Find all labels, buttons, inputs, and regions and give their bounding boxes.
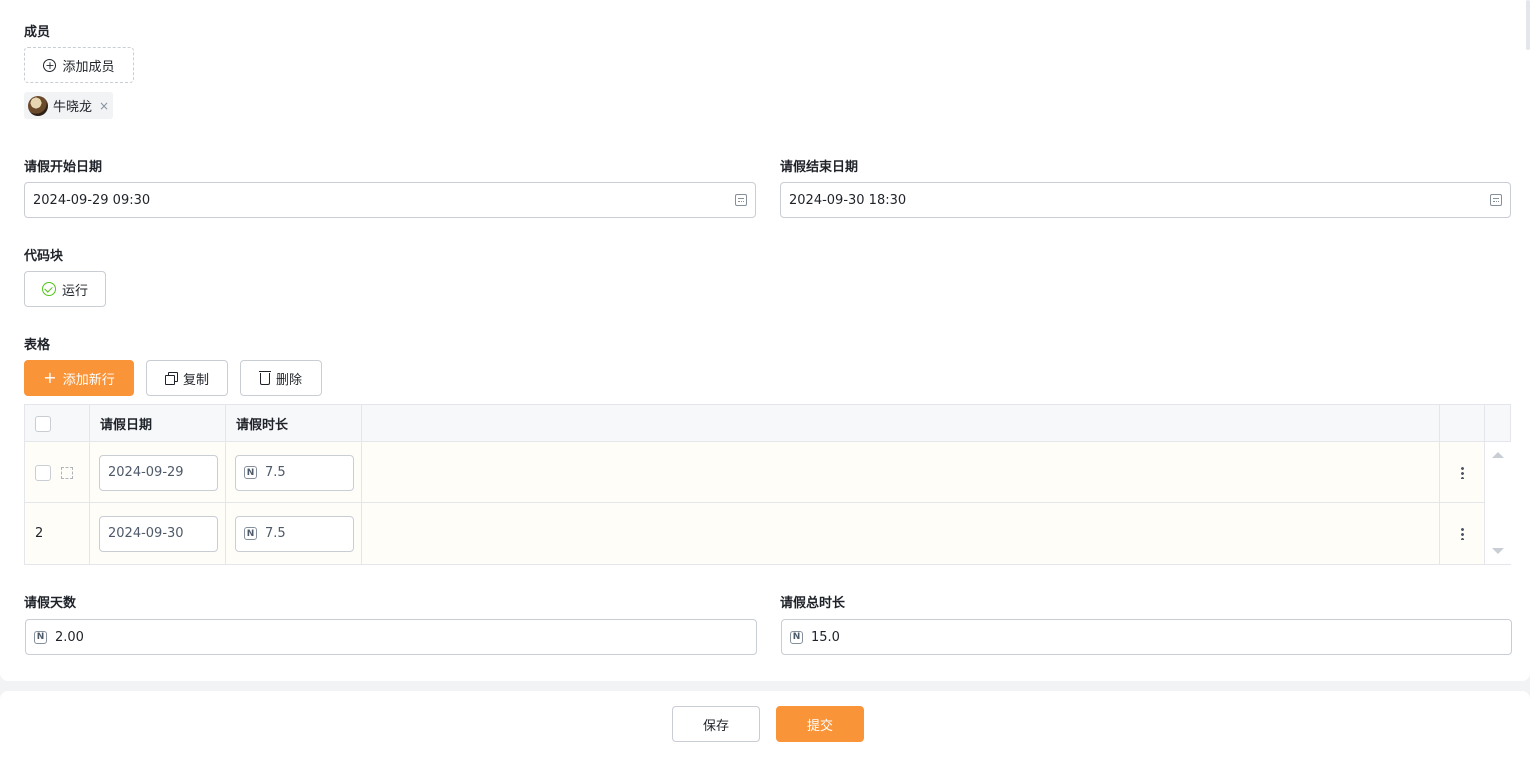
run-label: 运行 xyxy=(61,283,88,299)
plus-icon: + xyxy=(43,368,57,387)
column-header: 请假时长 xyxy=(226,405,362,442)
duration-cell: N 7.5 xyxy=(226,503,362,564)
add-member-label: 添加成员 xyxy=(62,59,115,75)
column-header: 请假日期 xyxy=(90,405,226,442)
empty-cell xyxy=(362,442,1440,503)
members-label: 成员 xyxy=(24,25,51,40)
add-row-button[interactable]: + 添加新行 xyxy=(24,360,134,396)
leave-start-input[interactable]: 2024-09-29 09:30 xyxy=(24,182,756,218)
row-actions-cell xyxy=(1440,503,1485,564)
leave-end-value: 2024-09-30 18:30 xyxy=(789,192,907,208)
empty-header xyxy=(362,405,1440,442)
more-icon[interactable] xyxy=(1460,466,1464,479)
table-header: 请假日期 请假时长 xyxy=(25,405,1510,442)
subform-table: 请假日期 请假时长 2024-09-29 N 7.5 2 2024-09-30 … xyxy=(24,404,1511,565)
number-icon: N xyxy=(244,527,257,540)
duration-value: 7.5 xyxy=(265,526,286,541)
submit-label: 提交 xyxy=(806,718,833,734)
leave-start-value: 2024-09-29 09:30 xyxy=(33,192,151,208)
leave-start-label: 请假开始日期 xyxy=(24,160,103,175)
add-row-label: 添加新行 xyxy=(62,372,115,388)
check-circle-icon xyxy=(41,282,56,296)
footer-bar: 保存 提交 xyxy=(0,691,1530,757)
number-icon: N xyxy=(244,466,257,479)
more-icon[interactable] xyxy=(1460,527,1464,540)
date-value: 2024-09-29 xyxy=(108,465,184,480)
submit-button[interactable]: 提交 xyxy=(776,706,864,742)
delete-button[interactable]: 删除 xyxy=(240,360,322,396)
calendar-icon[interactable] xyxy=(1490,194,1502,206)
select-all-checkbox[interactable] xyxy=(35,415,51,432)
leave-days-label: 请假天数 xyxy=(24,596,77,611)
table-label: 表格 xyxy=(24,338,51,353)
leave-end-input[interactable]: 2024-09-30 18:30 xyxy=(780,182,1511,218)
add-member-button[interactable]: + 添加成员 xyxy=(24,47,134,83)
scroll-up-icon[interactable] xyxy=(1492,452,1504,458)
duration-cell: N 7.5 xyxy=(226,442,362,503)
row-checkbox[interactable] xyxy=(35,464,51,481)
date-input[interactable]: 2024-09-30 xyxy=(99,515,218,552)
row-select-cell xyxy=(25,442,90,503)
run-button[interactable]: 运行 xyxy=(24,271,106,307)
duration-input[interactable]: N 7.5 xyxy=(235,454,354,491)
expand-icon[interactable] xyxy=(61,466,73,479)
leave-total-input[interactable]: N 15.0 xyxy=(781,619,1512,655)
duration-input[interactable]: N 7.5 xyxy=(235,515,354,552)
scroll-down-icon[interactable] xyxy=(1492,548,1504,554)
member-chip: 牛晓龙 × xyxy=(24,92,113,119)
row-actions-cell xyxy=(1440,442,1485,503)
row-index-cell: 2 xyxy=(25,503,90,564)
empty-cell xyxy=(362,503,1440,564)
date-value: 2024-09-30 xyxy=(108,526,184,541)
date-input[interactable]: 2024-09-29 xyxy=(99,454,218,491)
member-name: 牛晓龙 xyxy=(53,100,93,115)
page-scrollbar[interactable] xyxy=(1526,0,1530,50)
leave-days-value: 2.00 xyxy=(55,629,84,645)
copy-label: 复制 xyxy=(182,372,209,388)
number-icon: N xyxy=(34,630,47,644)
delete-label: 删除 xyxy=(275,372,302,388)
leave-total-value: 15.0 xyxy=(811,629,840,645)
row-index: 2 xyxy=(35,526,44,541)
copy-button[interactable]: 复制 xyxy=(146,360,228,396)
number-icon: N xyxy=(790,630,803,644)
date-cell: 2024-09-29 xyxy=(90,442,226,503)
header-select-cell xyxy=(25,405,90,442)
trash-icon xyxy=(258,371,271,385)
actions-header xyxy=(1440,405,1485,442)
close-icon[interactable]: × xyxy=(99,99,109,113)
calendar-icon[interactable] xyxy=(735,194,747,206)
add-circle-icon: + xyxy=(43,58,57,72)
table-row: 2024-09-29 N 7.5 xyxy=(25,442,1485,503)
code-block-label: 代码块 xyxy=(24,249,64,264)
save-label: 保存 xyxy=(702,718,729,734)
leave-total-label: 请假总时长 xyxy=(780,596,846,611)
copy-icon xyxy=(164,372,178,385)
date-cell: 2024-09-30 xyxy=(90,503,226,564)
leave-days-input[interactable]: N 2.00 xyxy=(25,619,757,655)
save-button[interactable]: 保存 xyxy=(672,706,760,742)
form-card: 成员 + 添加成员 牛晓龙 × 请假开始日期 2024-09-29 09:30 … xyxy=(0,0,1530,681)
avatar xyxy=(28,95,48,116)
leave-end-label: 请假结束日期 xyxy=(780,160,859,175)
duration-value: 7.5 xyxy=(265,465,286,480)
table-scrollbar[interactable] xyxy=(1485,442,1511,564)
table-row: 2 2024-09-30 N 7.5 xyxy=(25,503,1485,564)
